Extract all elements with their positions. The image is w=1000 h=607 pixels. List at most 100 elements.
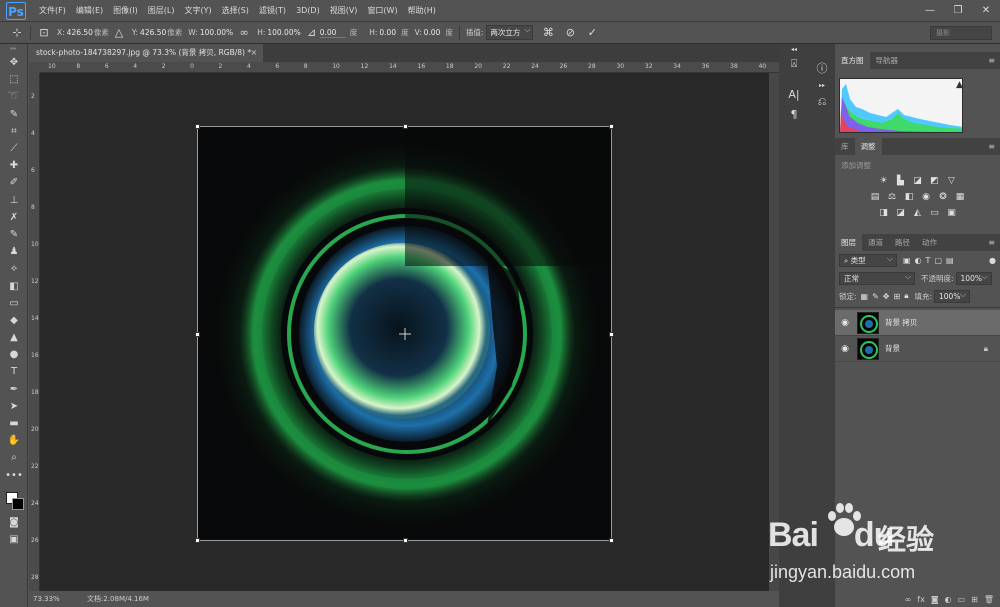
blur-tool-icon[interactable]: ◆	[0, 312, 28, 329]
layer-lock-icon[interactable]: 🔒︎	[984, 344, 988, 354]
filter-smart-object-icon[interactable]: ▤	[946, 256, 954, 265]
invert-icon[interactable]: ◨	[877, 206, 890, 219]
document-size-info[interactable]: 文档:2.08M/4.16M	[87, 591, 149, 607]
tab-navigator[interactable]: 导航器	[870, 52, 905, 69]
more-tools-icon[interactable]: •••	[0, 467, 28, 484]
transform-handle-top[interactable]	[403, 124, 408, 129]
vertical-ruler[interactable]: 2 4 6 8 10 12 14 16 18 20 22 24 26 28	[29, 73, 40, 591]
x-input[interactable]: 426.50	[67, 28, 93, 37]
filter-adjustment-icon[interactable]: ◐	[915, 256, 922, 265]
interpolation-select[interactable]: 两次立方	[486, 25, 534, 40]
layer-kind-filter[interactable]: ⌕ 类型	[839, 253, 897, 267]
quick-select-tool-icon[interactable]: ✎	[0, 106, 28, 123]
posterize-icon[interactable]: ◪	[894, 206, 907, 219]
minimize-button[interactable]: —	[916, 0, 944, 20]
lock-image-icon[interactable]: ✎	[872, 292, 879, 301]
path-select-tool-icon[interactable]: ➤	[0, 398, 28, 415]
history-panel-icon[interactable]: ⎌	[809, 90, 835, 114]
color-lookup-icon[interactable]: ▦	[954, 190, 967, 203]
panel-menu-icon[interactable]: ≡	[988, 52, 1000, 69]
levels-icon[interactable]: ▙	[894, 174, 907, 187]
crop-tool-icon[interactable]: ⌗	[0, 123, 28, 140]
warp-mode-icon[interactable]: ⌘	[541, 26, 555, 40]
type-tool-icon[interactable]: T	[0, 363, 28, 380]
lock-all-icon[interactable]: 🔒︎	[904, 291, 908, 301]
cache-warning-icon[interactable]: ▲	[956, 80, 963, 90]
lock-transparent-icon[interactable]: ▦	[861, 292, 869, 301]
paragraph-panel-icon[interactable]: ¶	[779, 104, 809, 124]
blend-mode-select[interactable]: 正常	[839, 271, 915, 285]
fill-input[interactable]: 100%	[934, 289, 970, 303]
reference-point-icon[interactable]: ⊡	[37, 26, 51, 40]
new-group-icon[interactable]: ▭	[958, 595, 966, 604]
new-adjustment-icon[interactable]: ◐	[945, 595, 952, 604]
curves-icon[interactable]: ◪	[911, 174, 924, 187]
move-tool-icon[interactable]: ✥	[0, 54, 28, 71]
link-icon[interactable]: ∞	[237, 26, 251, 40]
vertical-scrollbar[interactable]	[769, 73, 779, 591]
workspace-switcher[interactable]: 摄影	[930, 26, 992, 40]
new-layer-icon[interactable]: ⊞	[971, 595, 978, 604]
layer-row[interactable]: ◉ 背景 拷贝	[835, 310, 1000, 336]
screen-mode-icon[interactable]: ▣	[0, 531, 28, 548]
gradient-tool-icon[interactable]: ▭	[0, 295, 28, 312]
h-skew-input[interactable]: 0.00	[379, 28, 396, 37]
panel-menu-icon[interactable]: ≡	[988, 138, 1000, 155]
transform-handle-bottom-right[interactable]	[609, 538, 614, 543]
layer-name[interactable]: 背景 拷贝	[885, 317, 917, 328]
menu-image[interactable]: 图像(I)	[108, 0, 143, 22]
add-mask-icon[interactable]: ◙	[931, 595, 939, 604]
marquee-tool-icon[interactable]: ⬚	[0, 71, 28, 88]
black-white-icon[interactable]: ◧	[903, 190, 916, 203]
clone-source-icon[interactable]: ⍓	[779, 54, 809, 74]
menu-type[interactable]: 文字(Y)	[179, 0, 216, 22]
history-brush-tool-icon[interactable]: ✗	[0, 209, 28, 226]
angle-input[interactable]: 0.00	[319, 28, 346, 38]
commit-transform-icon[interactable]: ✓	[585, 26, 599, 40]
hue-saturation-icon[interactable]: ▤	[869, 190, 882, 203]
visibility-eye-icon[interactable]: ◉	[835, 344, 855, 354]
pen-tool-icon[interactable]: ✒	[0, 381, 28, 398]
canvas-area[interactable]	[40, 73, 769, 591]
channel-mixer-icon[interactable]: ❂	[937, 190, 950, 203]
transform-handle-left[interactable]	[195, 332, 200, 337]
layer-style-icon[interactable]: fx	[917, 595, 925, 604]
paint-bucket-tool-icon[interactable]: ⟡	[0, 260, 28, 277]
lasso-tool-icon[interactable]: ➰	[0, 88, 28, 105]
menu-help[interactable]: 帮助(H)	[403, 0, 441, 22]
horizontal-ruler[interactable]: 10 8 6 4 2 0 2 4 6 8 10 12 14 16 18 20 22 24 26 28 30 32 34 36 3…	[40, 62, 779, 73]
filter-toggle-icon[interactable]: ●	[989, 256, 996, 265]
zoom-level[interactable]: 73.33%	[33, 591, 60, 607]
filter-shape-icon[interactable]: ▢	[934, 256, 942, 265]
tab-layers[interactable]: 图层	[835, 234, 862, 251]
cancel-transform-icon[interactable]: ⊘	[563, 26, 577, 40]
lock-artboard-icon[interactable]: ⊞	[894, 292, 901, 301]
dodge-tool-icon[interactable]: ▲	[0, 329, 28, 346]
toolbar-grip[interactable]: ▸▸	[0, 44, 27, 54]
lock-position-icon[interactable]: ✥	[883, 292, 890, 301]
tab-adjustments[interactable]: 调整	[854, 138, 882, 155]
restore-button[interactable]: ❐	[944, 0, 972, 20]
transform-handle-bottom-left[interactable]	[195, 538, 200, 543]
background-color[interactable]	[12, 497, 24, 510]
menu-file[interactable]: 文件(F)	[34, 0, 71, 22]
photo-filter-icon[interactable]: ◉	[920, 190, 933, 203]
link-layers-icon[interactable]: ∞	[905, 595, 912, 604]
selective-color-icon[interactable]: ▣	[945, 206, 958, 219]
threshold-icon[interactable]: ◭	[911, 206, 924, 219]
close-button[interactable]: ✕	[972, 0, 1000, 20]
burn-tool-icon[interactable]: ●	[0, 346, 28, 363]
quick-mask-icon[interactable]: ◙	[0, 514, 28, 531]
expand-panels-icon[interactable]: ▸▸	[809, 80, 835, 90]
eyedropper-tool-icon[interactable]: ⟋	[0, 140, 28, 157]
document-tab[interactable]: stock-photo-184738297.jpg @ 73.3% (背景 拷贝…	[29, 44, 263, 62]
gradient-map-icon[interactable]: ▭	[928, 206, 941, 219]
vibrance-icon[interactable]: ▽	[945, 174, 958, 187]
visibility-eye-icon[interactable]: ◉	[835, 318, 855, 328]
stamp-tool-icon[interactable]: ♟	[0, 243, 28, 260]
free-transform-bounding-box[interactable]	[195, 124, 614, 543]
collapse-panels-icon[interactable]: ◂◂	[779, 44, 809, 54]
delete-layer-icon[interactable]: 🗑︎	[984, 595, 994, 604]
brush-tool-icon[interactable]: ✐	[0, 174, 28, 191]
character-panel-icon[interactable]: A|	[779, 84, 809, 104]
